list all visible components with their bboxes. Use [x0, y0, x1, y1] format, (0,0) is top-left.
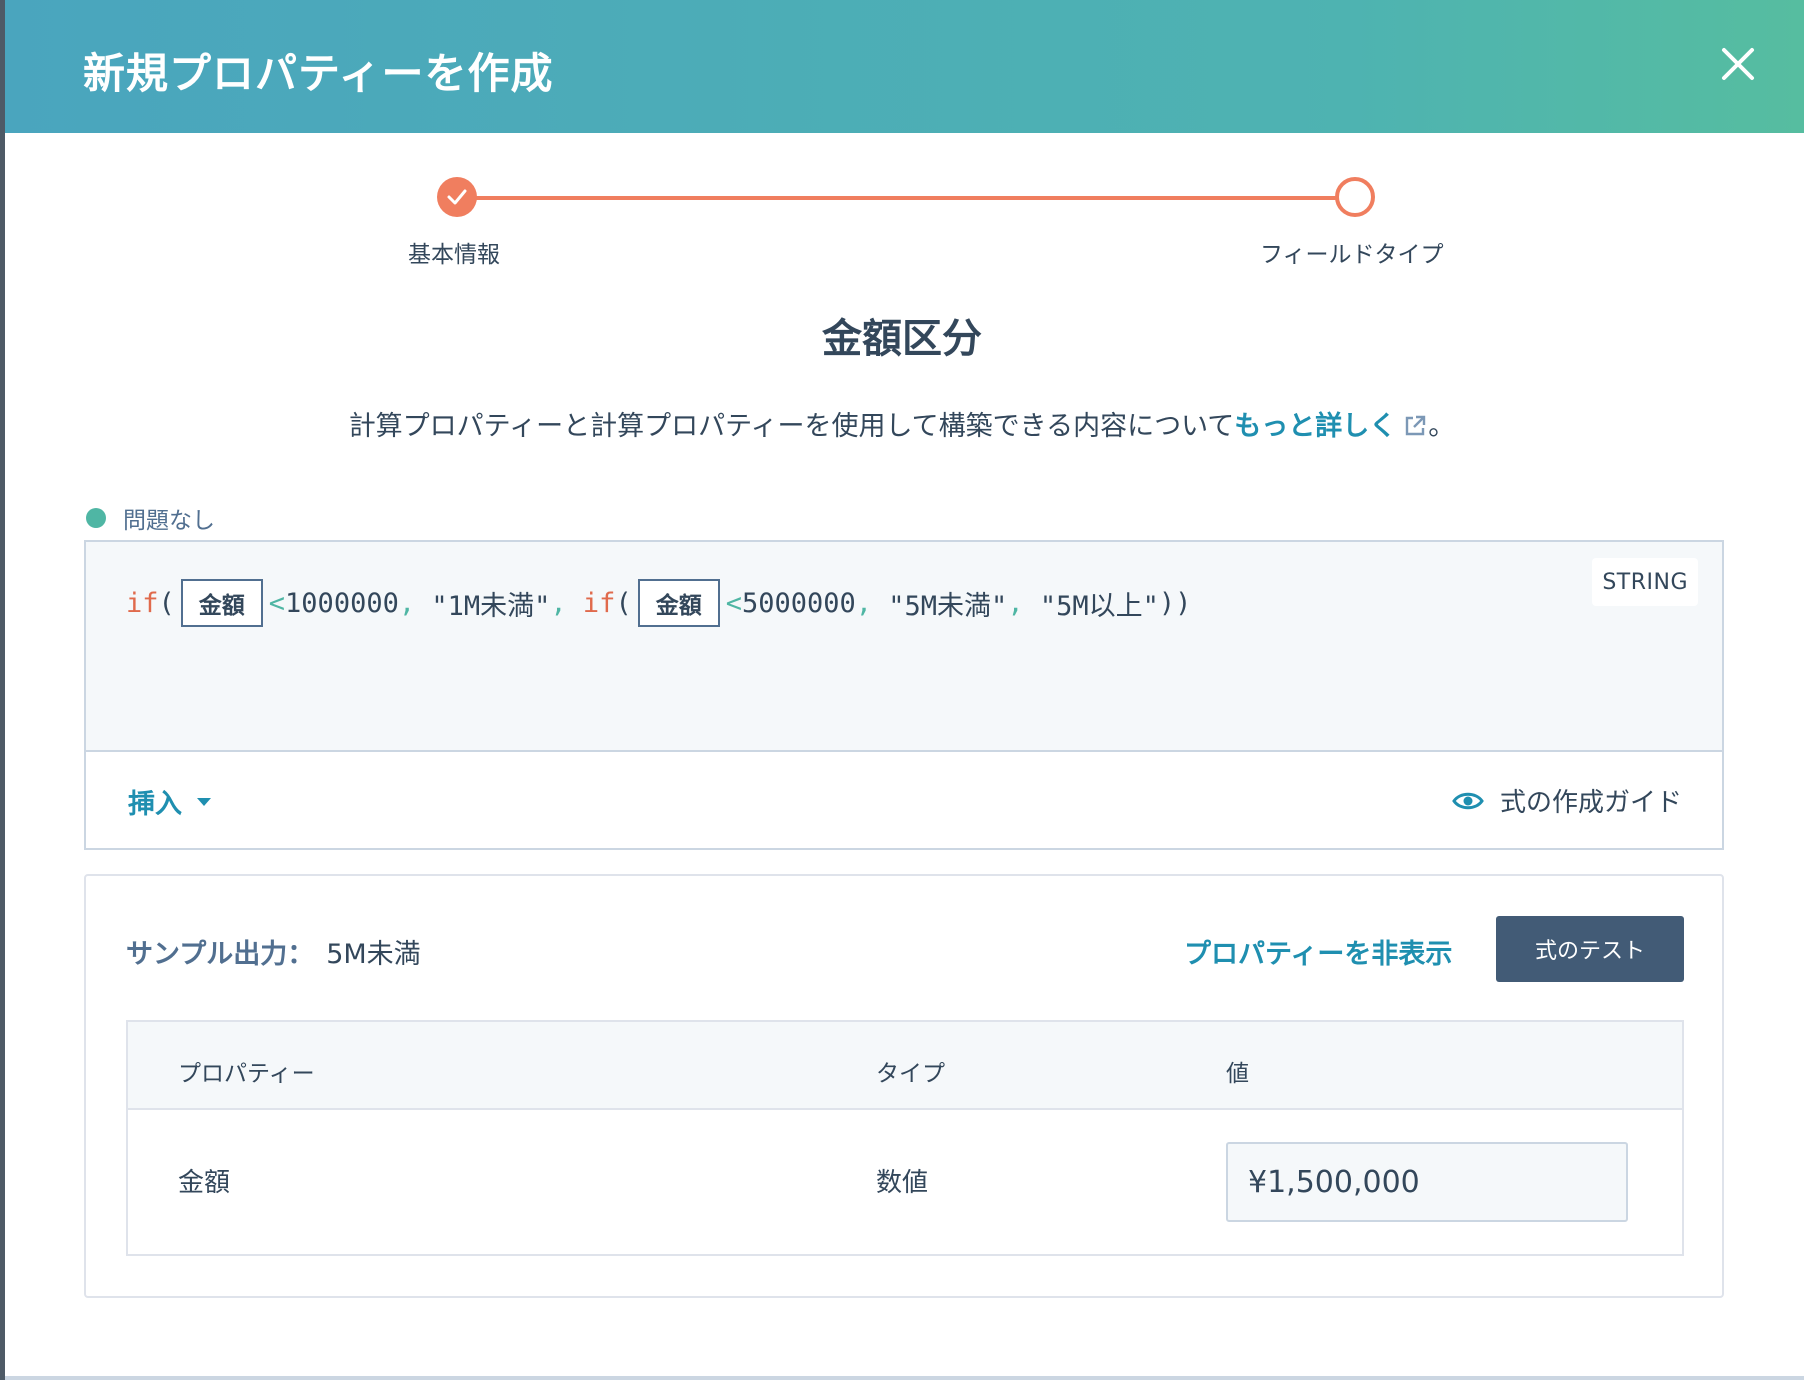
- sample-output: サンプル出力： 5M未満: [126, 932, 421, 971]
- description-suffix: 。: [1428, 411, 1456, 442]
- editor-toolbar: 挿入 式の作成ガイド: [84, 750, 1724, 850]
- table-header: プロパティー タイプ 値: [128, 1022, 1682, 1110]
- description-text: 計算プロパティーと計算プロパティーを使用して構築できる内容についてもっと詳しく …: [0, 404, 1804, 443]
- guide-label: 式の作成ガイド: [1499, 788, 1682, 818]
- insert-dropdown-button[interactable]: 挿入: [128, 782, 212, 821]
- caret-down-icon: [197, 797, 211, 806]
- test-formula-button[interactable]: 式のテスト: [1496, 916, 1684, 982]
- code-keyword: if: [566, 587, 616, 619]
- description-body: 計算プロパティーと計算プロパティーを使用して構築できる内容について: [348, 411, 1235, 442]
- formula-guide-button[interactable]: 式の作成ガイド: [1452, 782, 1682, 819]
- code-keyword: if: [126, 587, 159, 619]
- step-current-marker: [1335, 177, 1375, 217]
- code-string: "1M未満": [415, 590, 551, 622]
- code-comma: ,: [550, 587, 567, 619]
- code-comma: ,: [855, 587, 873, 619]
- close-button[interactable]: [1710, 36, 1766, 92]
- property-token[interactable]: 金額: [180, 579, 263, 627]
- sample-output-panel: サンプル出力： 5M未満 プロパティーを非表示 式のテスト プロパティー タイプ …: [84, 874, 1724, 1298]
- status-text: 問題なし: [123, 508, 215, 534]
- insert-label: 挿入: [128, 789, 182, 820]
- step-label-basic-info[interactable]: 基本情報: [408, 235, 500, 269]
- progress-stepper: 基本情報 フィールドタイプ: [0, 175, 1804, 275]
- validation-status: 問題なし: [86, 503, 215, 534]
- formula-code[interactable]: if(金額 <1000000, "1M未満", if(金額 <5000000, "5…: [126, 578, 1191, 628]
- hide-properties-link[interactable]: プロパティーを非表示: [1184, 932, 1452, 971]
- external-link-icon: [1406, 415, 1426, 436]
- code-comma: ,: [398, 587, 416, 619]
- learn-more-link[interactable]: もっと詳しく: [1234, 411, 1396, 442]
- property-name-heading: 金額区分: [822, 316, 982, 362]
- code-number: 1000000: [285, 587, 399, 619]
- code-comma: ,: [1007, 587, 1024, 619]
- stepper-line: [458, 196, 1354, 200]
- dialog-bottom-border: [5, 1376, 1804, 1380]
- eye-icon: [1452, 792, 1484, 809]
- column-header-type: タイプ: [876, 1061, 945, 1087]
- property-token[interactable]: 金額: [637, 579, 720, 627]
- dialog-title: 新規プロパティーを作成: [83, 49, 554, 98]
- column-header-value: 値: [1226, 1061, 1249, 1087]
- check-icon: [447, 189, 467, 205]
- sample-output-label: サンプル出力：: [126, 939, 315, 970]
- code-operator: <: [268, 587, 286, 619]
- sample-output-value: 5M未満: [326, 939, 421, 970]
- property-value-input[interactable]: [1226, 1142, 1628, 1222]
- code-string: "5M未満": [872, 590, 1008, 622]
- row-property-name: 金額: [178, 1168, 231, 1198]
- code-paren: (: [158, 587, 175, 619]
- code-paren: )): [1158, 587, 1192, 619]
- code-paren: (: [615, 587, 632, 619]
- code-operator: <: [725, 587, 742, 619]
- step-label-field-type: フィールドタイプ: [1260, 242, 1444, 268]
- test-properties-table: プロパティー タイプ 値 金額 数値: [126, 1020, 1684, 1256]
- step-complete-marker[interactable]: [437, 177, 477, 217]
- dialog-header: 新規プロパティーを作成: [5, 0, 1804, 133]
- row-property-type: 数値: [876, 1168, 929, 1198]
- code-string: "5M以上": [1023, 590, 1159, 622]
- column-header-property: プロパティー: [178, 1061, 315, 1087]
- code-number: 5000000: [741, 587, 856, 619]
- return-type-badge: STRING: [1592, 558, 1698, 606]
- close-icon: [1722, 48, 1754, 80]
- status-dot-icon: [86, 508, 106, 528]
